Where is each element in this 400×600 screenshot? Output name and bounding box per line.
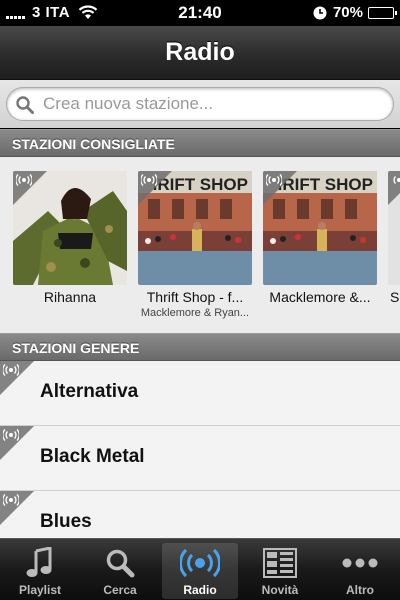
station-title: Rihanna <box>43 289 97 305</box>
section-header-genres: STAZIONI GENERE <box>0 333 400 361</box>
battery-icon <box>368 6 397 19</box>
station-artwork[interactable]: IRIFT SHOP <box>263 171 377 285</box>
search-icon <box>16 96 34 114</box>
station-subtitle: Macklemore & Ryan... <box>140 307 250 319</box>
radio-icon <box>266 174 282 186</box>
search-input[interactable] <box>43 92 383 116</box>
tab-novita[interactable]: Novità <box>242 543 318 599</box>
tab-altro[interactable]: Altro <box>322 543 398 599</box>
radio-icon <box>141 174 157 186</box>
tab-cerca[interactable]: Cerca <box>82 543 158 599</box>
radio-icon <box>16 174 32 186</box>
page-title: Radio <box>165 38 235 66</box>
tab-radio[interactable]: Radio <box>162 543 238 599</box>
status-right: 70% <box>313 4 397 21</box>
station-card-partial[interactable]: Sc <box>388 171 400 305</box>
genre-list: Alternativa Black Metal Blues <box>0 361 400 538</box>
station-artwork[interactable]: IRIFT SHOP <box>138 171 252 285</box>
clock-icon <box>313 6 327 19</box>
status-bar: 3 ITA 21:40 70% <box>0 0 400 26</box>
genre-row-black-metal[interactable]: Black Metal <box>0 426 400 491</box>
more-icon <box>342 558 378 568</box>
tab-playlist[interactable]: Playlist <box>2 543 78 599</box>
tab-label: Playlist <box>18 583 62 597</box>
station-title: Macklemore &... <box>269 289 371 305</box>
recommended-stations[interactable]: Rihanna IRIFT SHOP Thrift Shop - f... Ma… <box>0 157 400 333</box>
news-icon <box>263 548 297 578</box>
genre-label: Alternativa <box>40 381 139 402</box>
radio-icon <box>3 429 19 441</box>
genre-label: Blues <box>40 511 92 532</box>
radio-icon <box>180 548 220 578</box>
tab-label: Cerca <box>103 583 137 597</box>
radio-icon <box>3 364 19 376</box>
station-artwork[interactable] <box>13 171 127 285</box>
navigation-bar: Radio <box>0 26 400 80</box>
music-note-icon <box>26 547 52 577</box>
station-card-thrift-shop[interactable]: IRIFT SHOP Thrift Shop - f... Macklemore… <box>138 171 252 319</box>
tab-label: Radio <box>183 583 217 597</box>
search-box[interactable] <box>6 87 394 121</box>
radio-icon <box>393 176 400 184</box>
search-bar <box>0 80 400 128</box>
station-artwork[interactable] <box>388 171 400 285</box>
genre-row-blues[interactable]: Blues <box>0 491 400 538</box>
station-title: Sc <box>390 289 400 305</box>
genre-label: Black Metal <box>40 446 145 467</box>
section-header-recommended: STAZIONI CONSIGLIATE <box>0 129 400 157</box>
battery-percent: 70% <box>332 4 363 21</box>
station-card-rihanna[interactable]: Rihanna <box>13 171 127 305</box>
radio-icon <box>3 494 19 506</box>
tab-label: Novità <box>261 583 299 597</box>
station-title: Thrift Shop - f... <box>146 289 244 305</box>
search-icon <box>106 549 135 578</box>
tab-label: Altro <box>346 583 374 597</box>
genre-row-alternativa[interactable]: Alternativa <box>0 361 400 426</box>
tab-bar: Playlist Cerca Radio Novità Altro <box>0 538 400 600</box>
station-card-macklemore[interactable]: IRIFT SHOP Macklemore &... <box>263 171 377 305</box>
